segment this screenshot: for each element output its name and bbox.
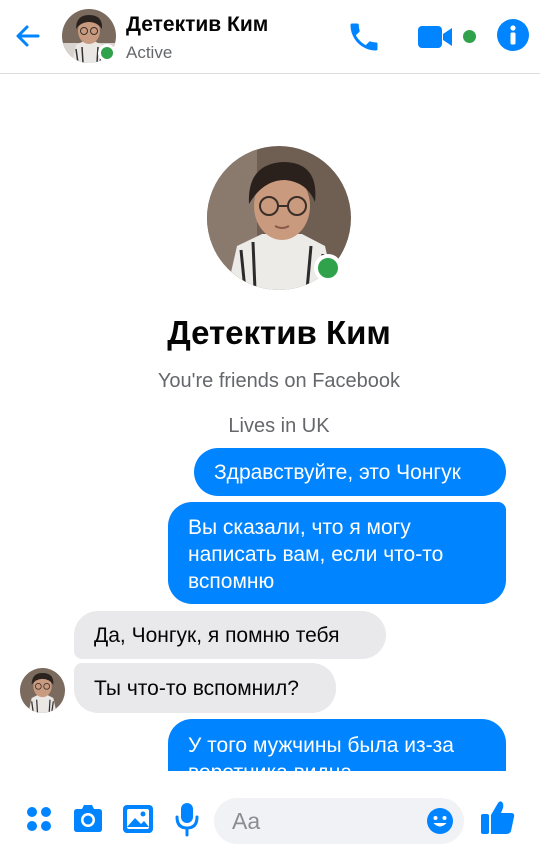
image-icon[interactable]	[120, 801, 156, 837]
message-input-placeholder: Aa	[232, 808, 261, 834]
message-incoming[interactable]: Ты что-то вспомнил?	[74, 663, 336, 713]
message-list: Здравствуйте, это Чонгук Вы сказали, что…	[0, 74, 540, 771]
video-active-indicator	[463, 30, 476, 43]
online-indicator	[98, 44, 116, 62]
video-camera-icon[interactable]	[416, 22, 456, 52]
camera-icon[interactable]	[70, 801, 106, 837]
message-incoming[interactable]: Да, Чонгук, я помню тебя	[74, 611, 386, 659]
phone-icon[interactable]	[346, 19, 382, 55]
contact-name[interactable]: Детектив Ким	[126, 13, 268, 37]
thumbs-up-icon[interactable]	[478, 797, 518, 837]
message-outgoing[interactable]: Вы сказали, что я могу написать вам, есл…	[168, 502, 506, 604]
contact-status: Active	[126, 43, 173, 62]
arrow-left-icon[interactable]	[12, 20, 44, 52]
chat-header: Детектив Ким Active	[0, 0, 540, 74]
menu-dots-icon[interactable]	[24, 804, 54, 834]
sender-avatar[interactable]	[20, 668, 65, 713]
microphone-icon[interactable]	[172, 801, 202, 837]
emoji-icon[interactable]	[426, 807, 454, 835]
composer-bar: Aa	[0, 771, 540, 852]
message-outgoing[interactable]: У того мужчины была из-за воротника видн…	[168, 719, 506, 771]
message-outgoing[interactable]: Здравствуйте, это Чонгук	[194, 448, 506, 496]
info-icon[interactable]	[496, 18, 530, 52]
message-input[interactable]: Aa	[214, 798, 464, 844]
